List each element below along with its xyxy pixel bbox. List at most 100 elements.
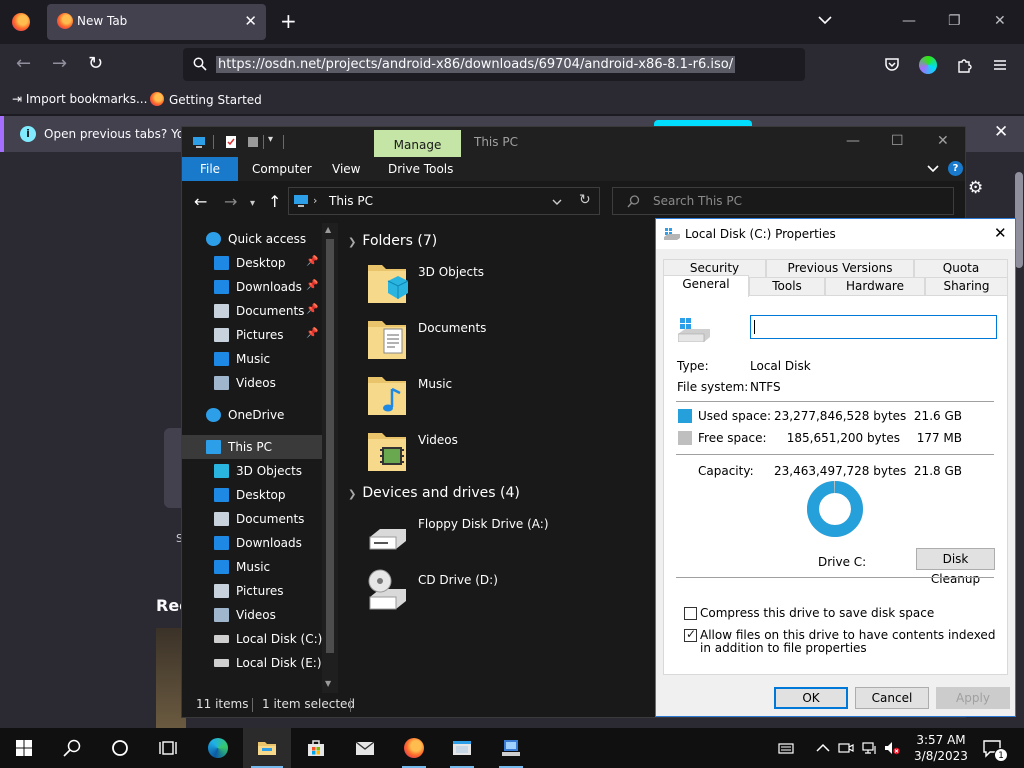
- minimize-icon[interactable]: —: [902, 10, 916, 32]
- tab-tools[interactable]: Tools: [749, 277, 825, 295]
- explorer-minimize-icon[interactable]: —: [846, 132, 860, 150]
- firefox-account-icon[interactable]: [919, 56, 937, 74]
- nav-item[interactable]: OneDrive: [182, 403, 322, 427]
- forward-arrow-icon[interactable]: →: [52, 54, 67, 74]
- getting-started-link[interactable]: Getting Started: [150, 92, 262, 107]
- tab-general[interactable]: General: [663, 275, 749, 297]
- help-icon[interactable]: ?: [948, 161, 963, 176]
- nav-item[interactable]: Local Disk (C:): [182, 627, 322, 651]
- address-dropdown-icon[interactable]: [551, 196, 563, 208]
- close-window-icon[interactable]: ✕: [994, 10, 1006, 32]
- folder-tile-music[interactable]: Music: [366, 371, 616, 423]
- notice-close-icon[interactable]: ✕: [994, 122, 1008, 142]
- customize-quick-access-icon[interactable]: ▾: [268, 134, 273, 145]
- url-bar[interactable]: https://osdn.net/projects/android-x86/do…: [183, 48, 805, 81]
- compress-drive-checkbox[interactable]: [684, 607, 697, 620]
- ok-button[interactable]: OK: [774, 687, 848, 709]
- allow-indexing-checkbox[interactable]: ✓: [684, 627, 697, 642]
- new-folder-icon[interactable]: [246, 135, 260, 149]
- nav-scrollbar[interactable]: ▲ ▼: [322, 223, 338, 693]
- tab-computer[interactable]: Computer: [242, 157, 322, 181]
- firefox-taskbar-button[interactable]: [390, 728, 438, 768]
- restore-icon[interactable]: ❐: [948, 10, 961, 32]
- apply-button[interactable]: Apply: [936, 687, 1010, 709]
- refresh-icon[interactable]: ↻: [579, 192, 591, 208]
- volume-muted-icon[interactable]: [884, 740, 900, 756]
- nav-item[interactable]: Pictures: [182, 579, 322, 603]
- dialog-close-icon[interactable]: ✕: [994, 224, 1007, 242]
- nav-item[interactable]: Downloads: [182, 531, 322, 555]
- disk-cleanup-button[interactable]: Disk Cleanup: [916, 548, 995, 586]
- explorer-close-icon[interactable]: ✕: [937, 132, 949, 150]
- hamburger-menu-icon[interactable]: [991, 56, 1009, 74]
- nav-item[interactable]: Music: [182, 555, 322, 579]
- file-explorer-taskbar-button[interactable]: [243, 728, 291, 768]
- extensions-puzzle-icon[interactable]: [955, 56, 973, 74]
- reload-icon[interactable]: ↻: [88, 54, 103, 74]
- expand-ribbon-chevron-icon[interactable]: [926, 162, 940, 176]
- task-view-button[interactable]: [144, 728, 192, 768]
- close-tab-icon[interactable]: ✕: [244, 12, 257, 30]
- nav-item[interactable]: Desktop: [182, 483, 322, 507]
- nav-item[interactable]: Music: [182, 347, 322, 371]
- device-tile-floppy[interactable]: Floppy Disk Drive (A:): [366, 511, 616, 563]
- properties-check-icon[interactable]: [224, 135, 238, 149]
- tab-quota[interactable]: Quota: [914, 259, 1008, 277]
- folder-tile-documents[interactable]: Documents: [366, 315, 616, 367]
- recent-locations-icon[interactable]: ▾: [250, 195, 255, 213]
- new-tab-plus-icon[interactable]: +: [280, 10, 297, 32]
- address-text[interactable]: This PC: [329, 194, 373, 208]
- device-tile-cd[interactable]: CD Drive (D:): [366, 567, 616, 619]
- explorer-forward-icon[interactable]: →: [224, 193, 237, 211]
- show-hidden-icons-chevron-icon[interactable]: [815, 740, 831, 756]
- devices-group-header[interactable]: ❯ Devices and drives (4): [348, 485, 520, 501]
- tab-view[interactable]: View: [322, 157, 370, 181]
- nav-scrollbar-thumb[interactable]: [326, 239, 334, 653]
- store-taskbar-button[interactable]: [292, 728, 340, 768]
- nav-item[interactable]: Desktop 📌: [182, 251, 322, 275]
- folder-tile-3d-objects[interactable]: 3D Objects: [366, 259, 616, 311]
- touch-keyboard-icon[interactable]: [778, 740, 794, 756]
- system-properties-taskbar-button[interactable]: [487, 728, 535, 768]
- nav-item[interactable]: Documents: [182, 507, 322, 531]
- tab-previous-versions[interactable]: Previous Versions: [766, 259, 914, 277]
- nav-item[interactable]: Videos: [182, 603, 322, 627]
- import-bookmarks-link[interactable]: ⇥ Import bookmarks...: [12, 92, 147, 106]
- tab-file[interactable]: File: [182, 157, 238, 181]
- breadcrumb-chevron-icon[interactable]: ›: [313, 194, 317, 207]
- cortana-button[interactable]: [96, 728, 144, 768]
- start-button[interactable]: [0, 728, 48, 768]
- allow-indexing-label[interactable]: Allow files on this drive to have conten…: [700, 629, 1000, 655]
- back-arrow-icon[interactable]: ←: [16, 54, 31, 74]
- volume-label-input[interactable]: [750, 315, 997, 339]
- nav-item[interactable]: Documents 📌: [182, 299, 322, 323]
- mail-taskbar-button[interactable]: [341, 728, 389, 768]
- collapse-chevron-icon[interactable]: ❯: [348, 237, 356, 248]
- edge-taskbar-button[interactable]: [194, 728, 242, 768]
- network-icon[interactable]: [862, 740, 878, 756]
- folder-tile-videos[interactable]: Videos: [366, 427, 616, 479]
- meet-now-camera-icon[interactable]: [838, 740, 854, 756]
- search-button[interactable]: [48, 728, 96, 768]
- scroll-down-icon[interactable]: ▼: [325, 679, 331, 688]
- firefox-logo-icon[interactable]: [12, 13, 30, 31]
- collapse-chevron-icon[interactable]: ❯: [348, 489, 356, 500]
- nav-item[interactable]: Local Disk (E:): [182, 651, 322, 675]
- control-panel-taskbar-button[interactable]: [438, 728, 486, 768]
- nav-item[interactable]: Downloads 📌: [182, 275, 322, 299]
- tab-drive-tools[interactable]: Drive Tools: [378, 157, 463, 181]
- explorer-search-box[interactable]: Search This PC: [612, 187, 954, 215]
- address-bar[interactable]: › This PC ↻: [288, 187, 600, 215]
- url-text[interactable]: https://osdn.net/projects/android-x86/do…: [216, 56, 736, 73]
- cancel-button[interactable]: Cancel: [855, 687, 929, 709]
- up-arrow-icon[interactable]: ↑: [268, 193, 281, 211]
- compress-drive-label[interactable]: Compress this drive to save disk space: [700, 607, 1000, 620]
- tab-sharing[interactable]: Sharing: [925, 277, 1008, 295]
- nav-item[interactable]: Videos: [182, 371, 322, 395]
- gear-icon[interactable]: ⚙: [968, 178, 983, 198]
- nav-item[interactable]: Quick access: [182, 227, 322, 251]
- folders-group-header[interactable]: ❯ Folders (7): [348, 233, 437, 249]
- nav-item[interactable]: Pictures 📌: [182, 323, 322, 347]
- page-scrollbar-thumb[interactable]: [1015, 172, 1023, 268]
- tab-new-tab[interactable]: New Tab ✕: [47, 4, 266, 40]
